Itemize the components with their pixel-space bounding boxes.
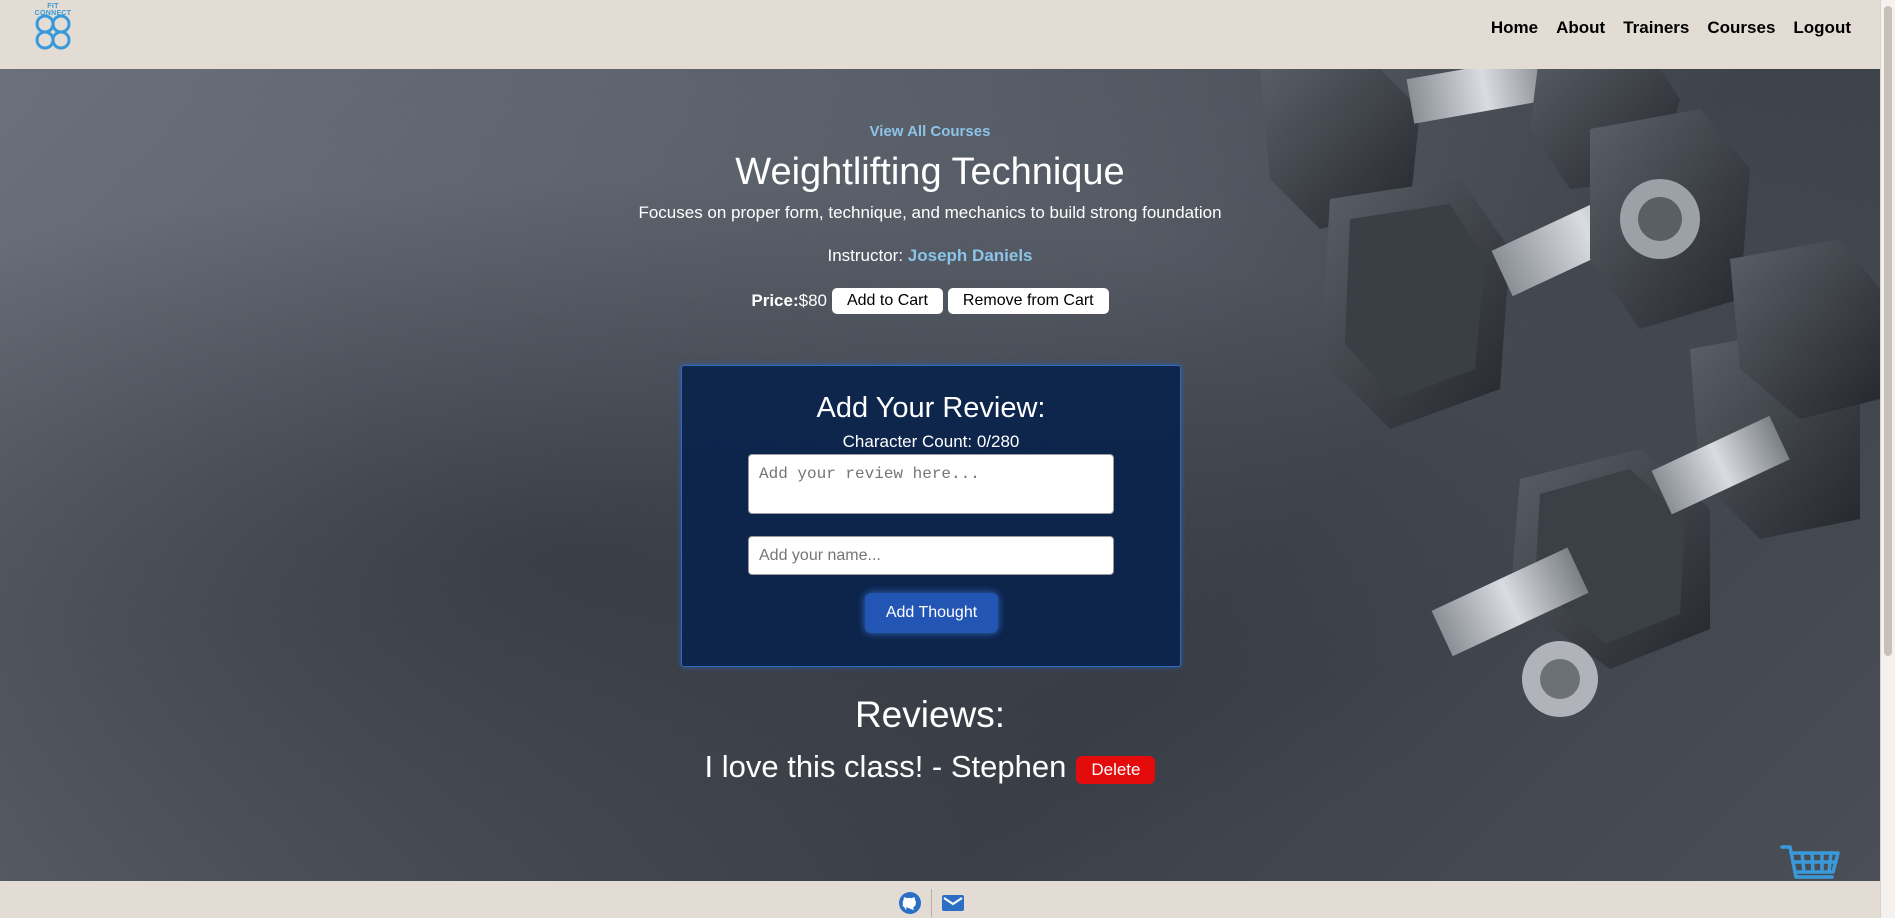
delete-review-button[interactable]: Delete: [1076, 755, 1156, 784]
main-nav: Home About Trainers Courses Logout: [1491, 18, 1851, 38]
nav-courses[interactable]: Courses: [1707, 18, 1775, 38]
nav-about[interactable]: About: [1556, 18, 1605, 38]
course-instructor: Instructor: Joseph Daniels: [0, 246, 1860, 266]
instructor-label: Instructor:: [827, 246, 908, 265]
add-review-title: Add Your Review:: [816, 392, 1046, 424]
shopping-cart-icon[interactable]: [1780, 843, 1842, 881]
add-to-cart-button[interactable]: Add to Cart: [831, 288, 943, 314]
review-textarea[interactable]: [748, 454, 1114, 514]
course-hero: View All Courses Weightlifting Technique…: [0, 69, 1880, 881]
page-scrollbar[interactable]: [1880, 0, 1895, 918]
nav-trainers[interactable]: Trainers: [1623, 18, 1689, 38]
footer-divider: [931, 889, 932, 917]
site-footer: [0, 881, 1880, 918]
reviews-title: Reviews:: [854, 694, 1006, 735]
reviewer-name-input[interactable]: [748, 536, 1114, 575]
review-text: I love this class! - Stephen: [704, 749, 1067, 784]
price-value: $80: [798, 291, 827, 310]
site-header: FIT CONNECT Home About Trainers Courses …: [0, 0, 1895, 69]
price: Price:$80: [751, 291, 827, 311]
instructor-name-link[interactable]: Joseph Daniels: [908, 246, 1033, 265]
review-item: I love this class! - Stephen Delete: [0, 749, 1860, 785]
add-thought-button[interactable]: Add Thought: [865, 593, 998, 633]
footer-links: [898, 889, 965, 917]
price-label: Price:: [751, 291, 799, 310]
nav-home[interactable]: Home: [1491, 18, 1538, 38]
course-title: Weightlifting Technique: [735, 151, 1125, 193]
fit-connect-logo[interactable]: FIT CONNECT: [30, 3, 76, 53]
character-count: Character Count: 0/280: [842, 432, 1020, 451]
remove-from-cart-button[interactable]: Remove from Cart: [947, 288, 1109, 314]
mail-icon[interactable]: [941, 893, 965, 913]
add-review-form: Add Your Review: Character Count: 0/280 …: [681, 365, 1181, 667]
logo-knot-icon: [35, 14, 71, 50]
nav-logout[interactable]: Logout: [1793, 18, 1851, 38]
scrollbar-thumb[interactable]: [1884, 6, 1892, 656]
github-icon[interactable]: [898, 891, 922, 915]
price-row: Price:$80 Add to Cart Remove from Cart: [0, 288, 1860, 314]
course-description: Focuses on proper form, technique, and m…: [638, 203, 1222, 222]
view-all-courses-link[interactable]: View All Courses: [0, 123, 1860, 140]
